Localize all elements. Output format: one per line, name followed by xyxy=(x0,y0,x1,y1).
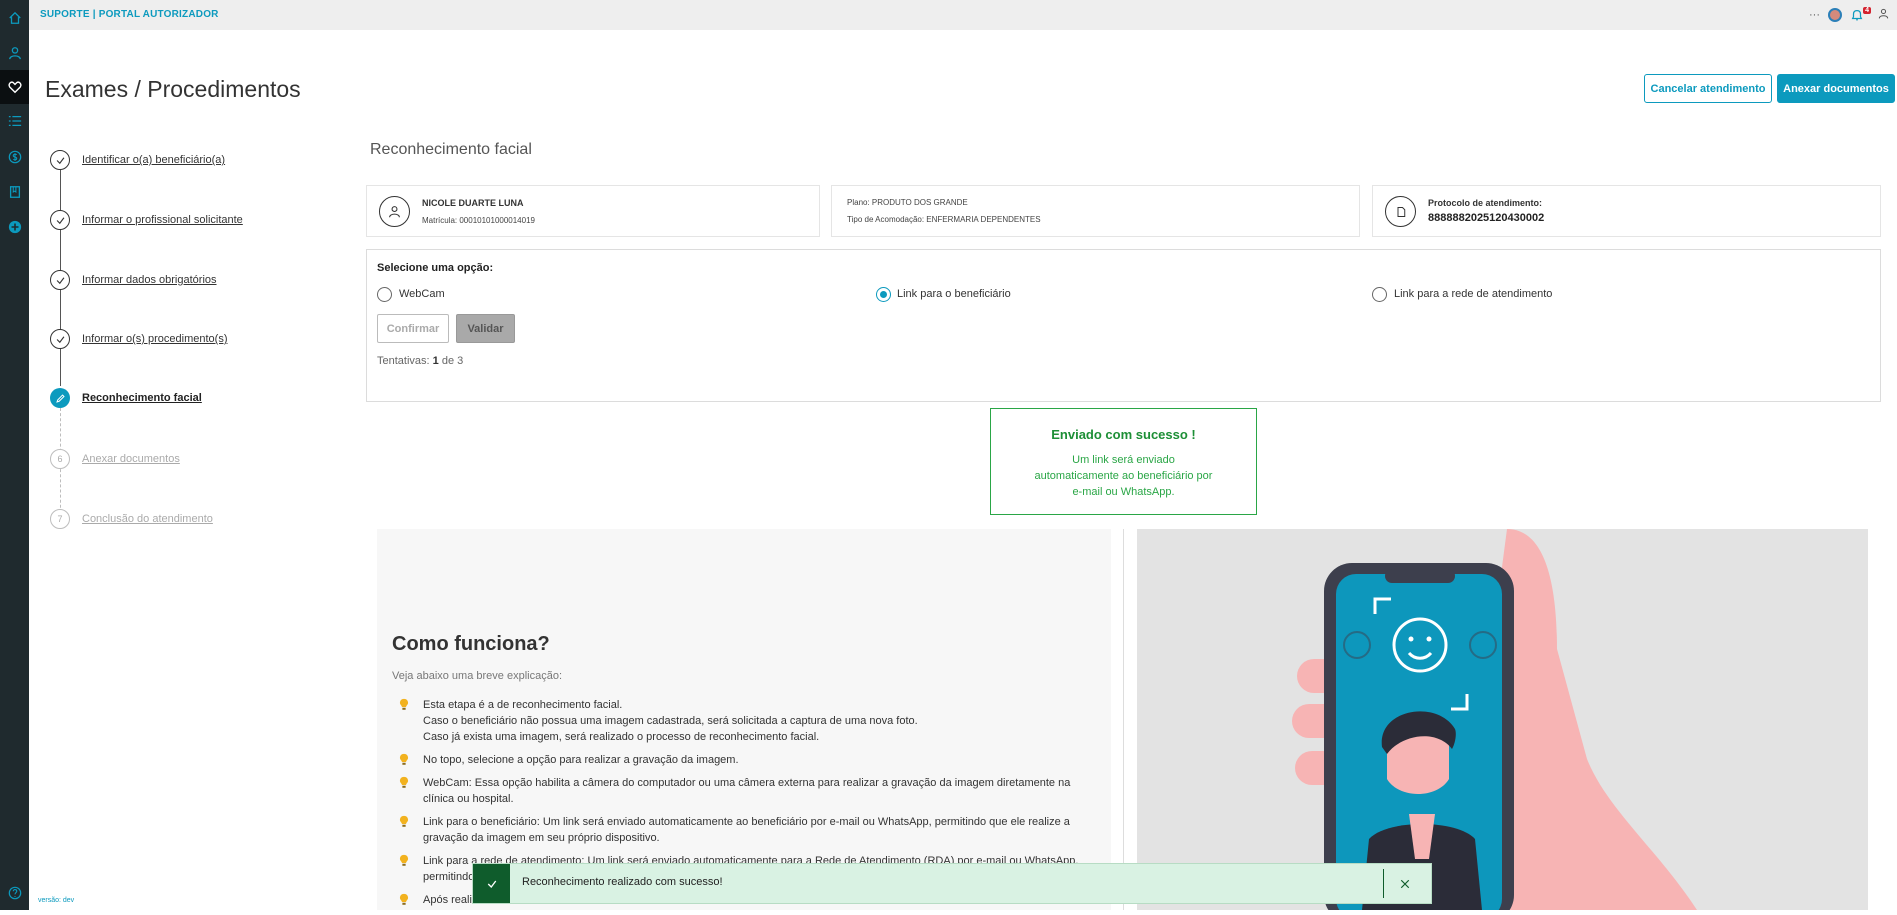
step-label: Informar dados obrigatórios xyxy=(82,274,217,286)
lightbulb-icon xyxy=(399,815,409,833)
attempts-current: 1 xyxy=(432,355,439,367)
step-procedures[interactable]: Informar o(s) procedimento(s) xyxy=(50,329,310,349)
step-label: Anexar documentos xyxy=(82,453,180,465)
lightbulb-icon xyxy=(399,776,409,794)
list-item: Caso já exista uma imagem, será realizad… xyxy=(423,731,820,743)
book-icon[interactable] xyxy=(0,175,29,209)
accommodation-type: Tipo de Acomodação: ENFERMARIA DEPENDENT… xyxy=(847,215,1041,224)
user-icon[interactable] xyxy=(0,36,29,70)
options-heading: Selecione uma opção: xyxy=(377,262,494,274)
version-label: versão: dev xyxy=(38,897,75,904)
check-icon xyxy=(50,329,70,349)
attempts-counter: Tentativas: 1 de 3 xyxy=(377,355,463,367)
snackbar: Reconhecimento realizado com sucesso! xyxy=(472,863,1432,904)
notification-count-badge: 4 xyxy=(1863,7,1871,14)
how-subtitle: Veja abaixo uma breve explicação: xyxy=(392,670,562,682)
page-title: Exames / Procedimentos xyxy=(45,76,301,102)
step-label: Informar o(s) procedimento(s) xyxy=(82,333,228,345)
sidebar xyxy=(0,0,29,910)
check-icon xyxy=(473,864,510,903)
list-item: Link para o beneficiário: Um link será e… xyxy=(395,814,1095,846)
options-panel: Selecione uma opção: WebCam Link para o … xyxy=(366,249,1881,402)
step-facial-recognition[interactable]: Reconhecimento facial xyxy=(50,388,310,408)
profile-icon[interactable] xyxy=(1878,6,1889,24)
beneficiary-name: NICOLE DUARTE LUNA xyxy=(422,198,524,208)
list-item: WebCam: Essa opção habilita a câmera do … xyxy=(395,775,1095,807)
close-icon[interactable] xyxy=(1395,874,1415,894)
how-title: Como funciona? xyxy=(392,633,550,655)
snackbar-message: Reconhecimento realizado com sucesso! xyxy=(522,876,723,888)
attempts-label: Tentativas: xyxy=(377,355,430,367)
step-number: 6 xyxy=(50,449,70,469)
radio-link-beneficiary-label[interactable]: Link para o beneficiário xyxy=(897,288,1011,300)
radio-link-network[interactable] xyxy=(1372,287,1387,302)
add-circle-icon[interactable] xyxy=(0,210,29,244)
step-label: Informar o profissional solicitante xyxy=(82,214,243,226)
beneficiary-card: NICOLE DUARTE LUNA Matrícula: 0001010100… xyxy=(366,185,820,237)
protocol-value: 8888882025120430002 xyxy=(1428,212,1545,224)
top-bar: SUPORTE | PORTAL AUTORIZADOR ··· 4 xyxy=(29,0,1897,30)
help-icon[interactable] xyxy=(0,876,29,910)
radio-webcam[interactable] xyxy=(377,287,392,302)
protocol-label: Protocolo de atendimento: xyxy=(1428,198,1543,208)
dollar-icon[interactable] xyxy=(0,140,29,174)
confirm-button[interactable]: Confirmar xyxy=(377,314,449,343)
check-icon xyxy=(50,270,70,290)
plan-name: Plano: PRODUTO DOS GRANDE xyxy=(847,198,968,207)
step-label: Conclusão do atendimento xyxy=(82,513,213,525)
step-required-data[interactable]: Informar dados obrigatórios xyxy=(50,270,310,290)
step-conclusion[interactable]: 7 Conclusão do atendimento xyxy=(50,509,310,529)
step-label: Reconhecimento facial xyxy=(82,392,202,404)
check-icon xyxy=(50,210,70,230)
lightbulb-icon xyxy=(399,854,409,872)
step-requesting-professional[interactable]: Informar o profissional solicitante xyxy=(50,210,310,230)
radio-webcam-label[interactable]: WebCam xyxy=(399,288,445,300)
list-item: Esta etapa é a de reconhecimento facial. xyxy=(395,697,1095,713)
lightbulb-icon xyxy=(399,893,409,911)
lightbulb-icon xyxy=(399,753,409,771)
attach-documents-button[interactable]: Anexar documentos xyxy=(1777,74,1895,103)
facial-recognition-illustration xyxy=(1137,529,1868,910)
plan-card: Plano: PRODUTO DOS GRANDE Tipo de Acomod… xyxy=(831,185,1360,237)
app-brand: SUPORTE | PORTAL AUTORIZADOR xyxy=(40,9,219,20)
panel-divider xyxy=(1123,529,1124,910)
document-icon xyxy=(1385,196,1416,227)
user-icon xyxy=(379,196,410,227)
radio-link-network-label[interactable]: Link para a rede de atendimento xyxy=(1394,288,1552,300)
home-icon[interactable] xyxy=(0,1,29,35)
pencil-icon xyxy=(50,388,70,408)
success-popup: Enviado com sucesso ! Um link será envia… xyxy=(990,408,1257,515)
cancel-attendance-button[interactable]: Cancelar atendimento xyxy=(1644,74,1772,103)
validate-button[interactable]: Validar xyxy=(456,314,515,343)
success-title: Enviado com sucesso ! xyxy=(1051,427,1196,442)
step-number: 7 xyxy=(50,509,70,529)
avatar[interactable] xyxy=(1828,8,1842,22)
success-message: Um link será enviado automaticamente ao … xyxy=(1034,454,1213,498)
section-title: Reconhecimento facial xyxy=(370,141,532,158)
more-options-icon[interactable]: ··· xyxy=(1809,9,1820,21)
check-icon xyxy=(50,150,70,170)
list-icon[interactable] xyxy=(0,104,29,138)
heart-icon[interactable] xyxy=(0,70,29,104)
step-label: Identificar o(a) beneficiário(a) xyxy=(82,154,226,166)
step-attach-documents[interactable]: 6 Anexar documentos xyxy=(50,449,310,469)
list-item: Caso o beneficiário não possua uma image… xyxy=(423,715,918,727)
phone-hand-illustration xyxy=(1292,529,1697,910)
radio-link-beneficiary[interactable] xyxy=(876,287,891,302)
step-identify-beneficiary[interactable]: Identificar o(a) beneficiário(a) xyxy=(50,150,310,170)
list-item: No topo, selecione a opção para realizar… xyxy=(395,752,1095,768)
how-it-works-panel: Como funciona? Veja abaixo uma breve exp… xyxy=(377,529,1111,910)
attempts-total: de 3 xyxy=(441,355,464,367)
notification-bell-icon[interactable]: 4 xyxy=(1850,7,1871,22)
protocol-card: Protocolo de atendimento: 88888820251204… xyxy=(1372,185,1881,237)
beneficiary-matricula: Matrícula: 00010101000014019 xyxy=(422,216,535,225)
snackbar-divider xyxy=(1383,869,1384,898)
